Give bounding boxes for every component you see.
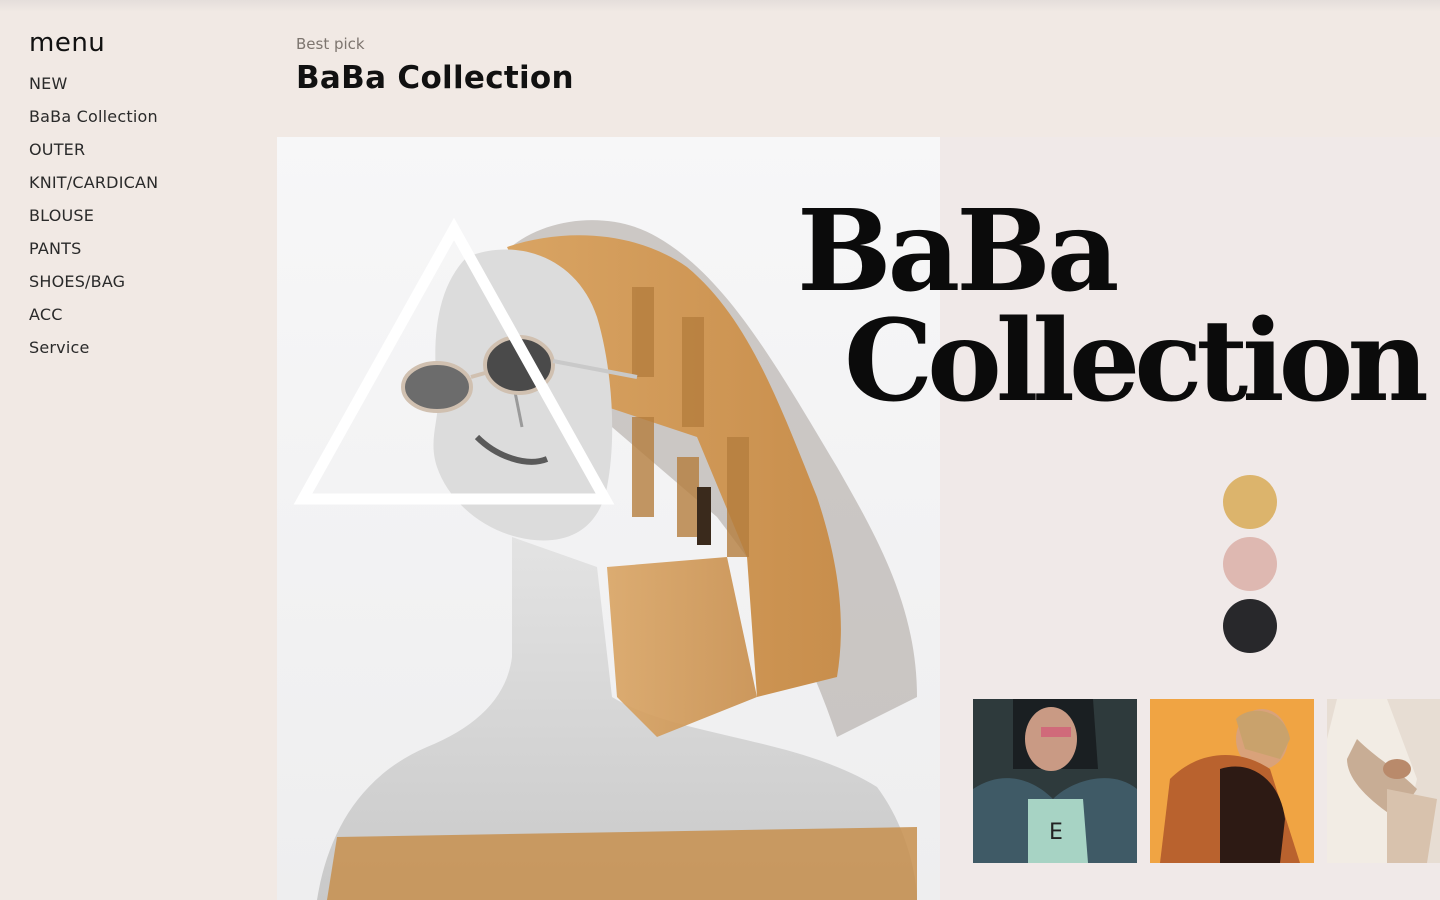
menu-item-blouse[interactable]: BLOUSE: [29, 199, 259, 232]
page-title: BaBa Collection: [296, 60, 574, 96]
denim-jacket-photo-icon: E: [973, 699, 1137, 863]
menu-item-pants[interactable]: PANTS: [29, 232, 259, 265]
svg-text:E: E: [1049, 820, 1063, 845]
hero-stage: BaBa Collection E: [277, 137, 1440, 900]
menu-item-baba-collection[interactable]: BaBa Collection: [29, 100, 259, 133]
menu-title: menu: [29, 28, 106, 58]
thumbnail-denim-jacket[interactable]: E: [973, 699, 1137, 863]
menu-item-knit-cardican[interactable]: KNIT/CARDICAN: [29, 166, 259, 199]
thumbnail-cream-blouse[interactable]: [1327, 699, 1440, 863]
hero-portrait-image[interactable]: [277, 137, 940, 900]
top-strip: [0, 0, 1440, 12]
orange-jacket-photo-icon: [1150, 699, 1314, 863]
swatch-mustard[interactable]: [1223, 475, 1277, 529]
eyebrow-label: Best pick: [296, 35, 365, 53]
menu-item-acc[interactable]: ACC: [29, 298, 259, 331]
swatch-blush[interactable]: [1223, 537, 1277, 591]
menu-list: NEW BaBa Collection OUTER KNIT/CARDICAN …: [29, 67, 259, 364]
cream-blouse-photo-icon: [1327, 699, 1440, 863]
thumbnail-orange-jacket[interactable]: [1150, 699, 1314, 863]
portrait-double-exposure-image: [277, 137, 940, 900]
thumbnail-strip: E: [973, 699, 1440, 863]
color-swatches: [1223, 475, 1277, 661]
menu-item-new[interactable]: NEW: [29, 67, 259, 100]
sidebar-menu: menu NEW BaBa Collection OUTER KNIT/CARD…: [29, 28, 259, 364]
menu-item-outer[interactable]: OUTER: [29, 133, 259, 166]
menu-item-shoes-bag[interactable]: SHOES/BAG: [29, 265, 259, 298]
swatch-charcoal[interactable]: [1223, 599, 1277, 653]
page-header: Best pick BaBa Collection: [296, 34, 574, 100]
menu-item-service[interactable]: Service: [29, 331, 259, 364]
